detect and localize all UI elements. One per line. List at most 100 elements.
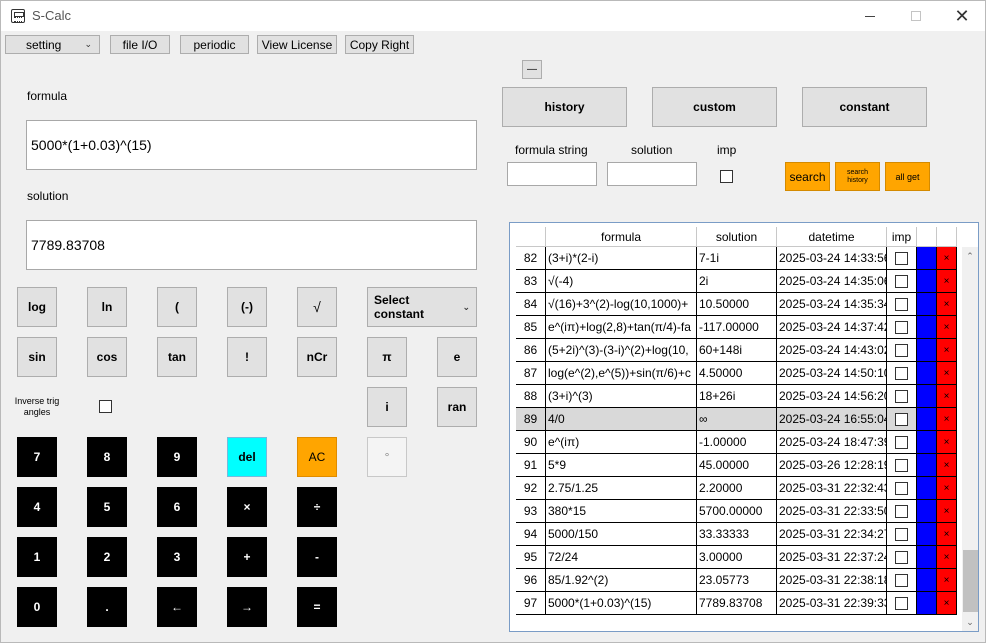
row-solution[interactable]: 18+26i: [697, 385, 777, 407]
row-formula[interactable]: √(16)+3^(2)-log(10,1000)+: [546, 293, 697, 315]
header-solution[interactable]: solution: [697, 227, 777, 247]
ln-key[interactable]: ln: [87, 287, 127, 327]
table-row[interactable]: 89 4/0 ∞ 2025-03-24 16:55:04 ×: [516, 408, 957, 431]
digit-6-key[interactable]: 6: [157, 487, 197, 527]
search-button[interactable]: search: [785, 162, 830, 191]
tan-key[interactable]: tan: [157, 337, 197, 377]
row-imp-checkbox[interactable]: [895, 274, 908, 288]
row-datetime[interactable]: 2025-03-31 22:34:27: [777, 523, 887, 545]
row-delete-button[interactable]: ×: [937, 592, 957, 614]
table-row[interactable]: 97 5000*(1+0.03)^(15) 7789.83708 2025-03-31…: [516, 592, 957, 615]
log-key[interactable]: log: [17, 287, 57, 327]
row-solution[interactable]: 2i: [697, 270, 777, 292]
digit-2-key[interactable]: 2: [87, 537, 127, 577]
row-delete-button[interactable]: ×: [937, 316, 957, 338]
table-row[interactable]: 87 log(e^(2),e^(5))+sin(π/6)+c 4.50000 2025…: [516, 362, 957, 385]
row-delete-button[interactable]: ×: [937, 339, 957, 361]
row-datetime[interactable]: 2025-03-31 22:32:43: [777, 477, 887, 499]
row-datetime[interactable]: 2025-03-24 14:35:34: [777, 293, 887, 315]
copy-right-button[interactable]: Copy Right: [345, 35, 414, 54]
table-row[interactable]: 95 72/24 3.00000 2025-03-31 22:37:24 ×: [516, 546, 957, 569]
table-row[interactable]: 92 2.75/1.25 2.20000 2025-03-31 22:32:43 ×: [516, 477, 957, 500]
row-solution[interactable]: 2.20000: [697, 477, 777, 499]
row-imp-checkbox[interactable]: [895, 251, 908, 265]
sqrt-key[interactable]: √: [297, 287, 337, 327]
row-delete-button[interactable]: ×: [937, 362, 957, 384]
delete-key[interactable]: del: [227, 437, 267, 477]
maximize-button[interactable]: [893, 1, 939, 31]
scroll-down-icon[interactable]: ⌄: [965, 617, 975, 627]
row-imp-checkbox[interactable]: [895, 389, 908, 403]
row-delete-button[interactable]: ×: [937, 293, 957, 315]
view-license-button[interactable]: View License: [257, 35, 337, 54]
row-delete-button[interactable]: ×: [937, 408, 957, 430]
periodic-button[interactable]: periodic: [180, 35, 249, 54]
digit-5-key[interactable]: 5: [87, 487, 127, 527]
table-row[interactable]: 93 380*15 5700.00000 2025-03-31 22:33:50 ×: [516, 500, 957, 523]
row-formula[interactable]: 5000*(1+0.03)^(15): [546, 592, 697, 614]
row-imp-checkbox[interactable]: [895, 573, 908, 587]
row-formula[interactable]: 5000/150: [546, 523, 697, 545]
sin-key[interactable]: sin: [17, 337, 57, 377]
all-clear-key[interactable]: AC: [297, 437, 337, 477]
negate-key[interactable]: (-): [227, 287, 267, 327]
row-formula[interactable]: 2.75/1.25: [546, 477, 697, 499]
ncr-key[interactable]: nCr: [297, 337, 337, 377]
row-imp-checkbox[interactable]: [895, 343, 908, 357]
search-history-button[interactable]: search history: [835, 162, 880, 191]
row-solution[interactable]: -1.00000: [697, 431, 777, 453]
row-imp-checkbox[interactable]: [895, 527, 908, 541]
row-delete-button[interactable]: ×: [937, 247, 957, 269]
setting-dropdown[interactable]: setting ⌄: [5, 35, 100, 54]
factorial-key[interactable]: !: [227, 337, 267, 377]
inverse-trig-checkbox[interactable]: [99, 400, 112, 413]
row-imp-checkbox[interactable]: [895, 297, 908, 311]
row-solution[interactable]: 60+148i: [697, 339, 777, 361]
header-imp[interactable]: imp: [887, 227, 917, 247]
multiply-key[interactable]: ×: [227, 487, 267, 527]
row-blue-button[interactable]: [917, 385, 937, 407]
row-delete-button[interactable]: ×: [937, 477, 957, 499]
table-row[interactable]: 91 5*9 45.00000 2025-03-26 12:28:19 ×: [516, 454, 957, 477]
row-blue-button[interactable]: [917, 431, 937, 453]
table-row[interactable]: 94 5000/150 33.33333 2025-03-31 22:34:27 ×: [516, 523, 957, 546]
row-blue-button[interactable]: [917, 523, 937, 545]
select-constant-dropdown[interactable]: Select constant ⌄: [367, 287, 477, 327]
row-delete-button[interactable]: ×: [937, 454, 957, 476]
tab-constant[interactable]: constant: [802, 87, 927, 127]
row-imp-checkbox[interactable]: [895, 320, 908, 334]
row-solution[interactable]: 3.00000: [697, 546, 777, 568]
solution-output[interactable]: 7789.83708: [26, 220, 477, 270]
row-delete-button[interactable]: ×: [937, 523, 957, 545]
row-formula[interactable]: 85/1.92^(2): [546, 569, 697, 591]
minus-key[interactable]: -: [297, 537, 337, 577]
digit-8-key[interactable]: 8: [87, 437, 127, 477]
row-datetime[interactable]: 2025-03-24 14:43:02: [777, 339, 887, 361]
row-blue-button[interactable]: [917, 454, 937, 476]
row-solution[interactable]: 33.33333: [697, 523, 777, 545]
divide-key[interactable]: ÷: [297, 487, 337, 527]
row-solution[interactable]: 23.05773: [697, 569, 777, 591]
row-datetime[interactable]: 2025-03-24 14:56:20: [777, 385, 887, 407]
row-formula[interactable]: 380*15: [546, 500, 697, 522]
scrollbar-thumb[interactable]: [963, 550, 978, 612]
table-row[interactable]: 96 85/1.92^(2) 23.05773 2025-03-31 22:38:18…: [516, 569, 957, 592]
row-datetime[interactable]: 2025-03-24 14:33:56: [777, 247, 887, 269]
row-datetime[interactable]: 2025-03-24 18:47:39: [777, 431, 887, 453]
row-delete-button[interactable]: ×: [937, 431, 957, 453]
digit-7-key[interactable]: 7: [17, 437, 57, 477]
row-delete-button[interactable]: ×: [937, 569, 957, 591]
e-key[interactable]: e: [437, 337, 477, 377]
row-blue-button[interactable]: [917, 270, 937, 292]
row-formula[interactable]: e^(iπ): [546, 431, 697, 453]
row-imp-checkbox[interactable]: [895, 435, 908, 449]
row-blue-button[interactable]: [917, 362, 937, 384]
filter-imp-checkbox[interactable]: [720, 170, 733, 183]
row-solution[interactable]: 10.50000: [697, 293, 777, 315]
row-delete-button[interactable]: ×: [937, 385, 957, 407]
digit-3-key[interactable]: 3: [157, 537, 197, 577]
row-solution[interactable]: 7-1i: [697, 247, 777, 269]
row-imp-checkbox[interactable]: [895, 458, 908, 472]
row-formula[interactable]: 4/0: [546, 408, 697, 430]
close-button[interactable]: ✕: [939, 1, 985, 31]
